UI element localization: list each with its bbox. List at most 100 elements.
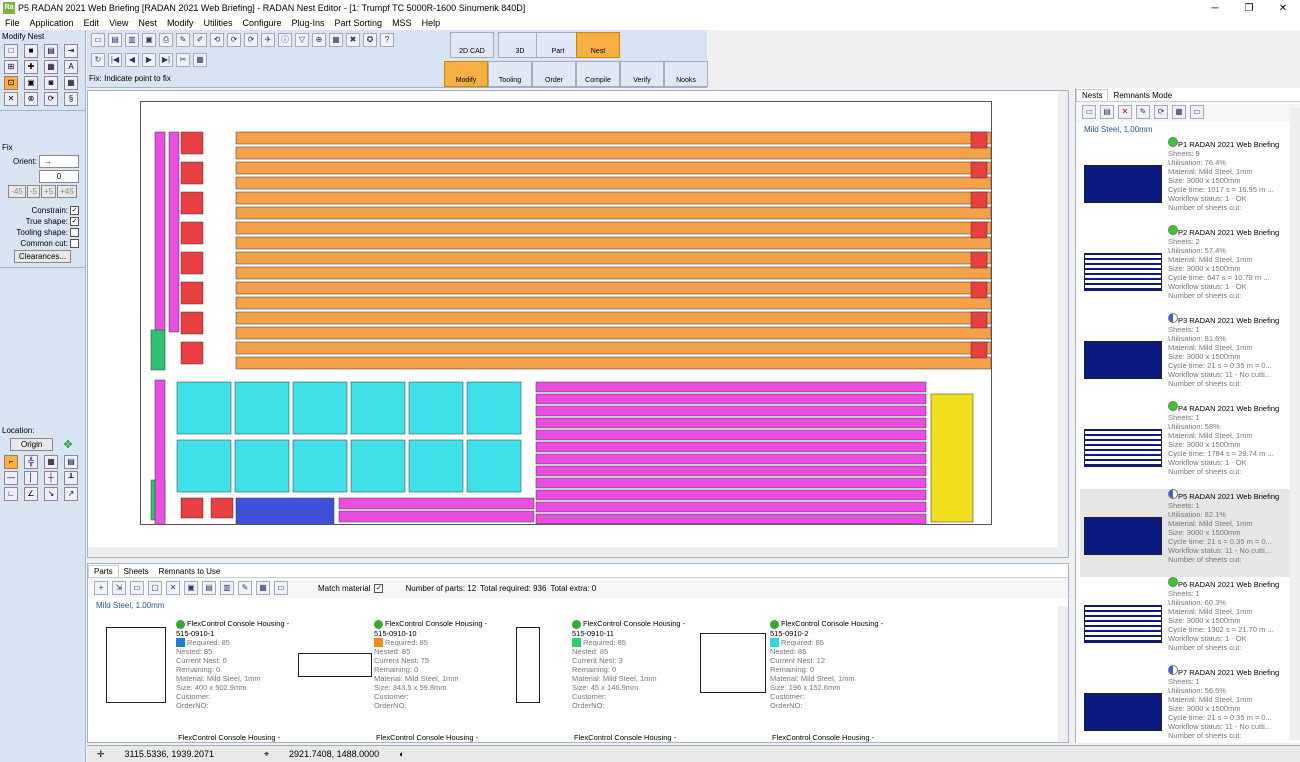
step-button[interactable]: -5: [26, 185, 40, 198]
nested-part[interactable]: [235, 206, 991, 220]
nest-item[interactable]: P6 RADAN 2021 Web Briefing Sheets: 1 Utili…: [1080, 577, 1290, 665]
nested-part[interactable]: [235, 176, 991, 190]
nested-part[interactable]: [535, 393, 927, 405]
new-nest-icon[interactable]: ▭: [1082, 105, 1096, 119]
refresh-icon[interactable]: ⟳: [1154, 105, 1168, 119]
line-icon[interactable]: │: [24, 471, 38, 485]
nested-part[interactable]: [234, 381, 290, 435]
nested-part[interactable]: [235, 296, 991, 310]
nested-part[interactable]: [338, 510, 535, 523]
clearances-button[interactable]: Clearances...: [13, 250, 72, 263]
tool-icon[interactable]: ✚: [24, 60, 38, 74]
nested-part[interactable]: [535, 513, 927, 524]
nested-part[interactable]: [180, 191, 204, 215]
nested-part[interactable]: [292, 381, 348, 435]
locate-icon[interactable]: ✥: [63, 438, 72, 451]
nested-part[interactable]: [535, 465, 927, 477]
nested-part[interactable]: [408, 381, 464, 435]
nest-item[interactable]: P5 RADAN 2021 Web Briefing Sheets: 1 Utili…: [1080, 489, 1290, 577]
toolbar-icon[interactable]: ✪: [363, 33, 377, 47]
nested-part[interactable]: [235, 191, 991, 205]
part-icon[interactable]: ▭: [130, 581, 144, 595]
toolbar-icon[interactable]: ▥: [125, 33, 139, 47]
parts-scrollbar[interactable]: [1058, 606, 1068, 742]
nest-canvas[interactable]: [87, 90, 1069, 558]
view-icon[interactable]: ▭: [1190, 105, 1204, 119]
nested-part[interactable]: [180, 497, 204, 519]
toolbar-nav-icon[interactable]: ▶|: [159, 53, 173, 67]
nested-part[interactable]: [210, 497, 234, 519]
nested-part[interactable]: [235, 341, 991, 355]
delete-icon[interactable]: ✕: [166, 581, 180, 595]
nested-part[interactable]: [535, 453, 927, 465]
toolbar-icon[interactable]: ⊕: [312, 33, 326, 47]
toolbar-icon[interactable]: ▽: [295, 33, 309, 47]
nest-item[interactable]: P1 RADAN 2021 Web Briefing Sheets: 9 Utili…: [1080, 137, 1290, 225]
tab-nests[interactable]: Nests: [1076, 89, 1109, 101]
menu-item-help[interactable]: Help: [417, 18, 446, 28]
nested-part[interactable]: [292, 439, 348, 493]
delete-icon[interactable]: ✕: [1118, 105, 1132, 119]
nests-scrollbar[interactable]: [1290, 108, 1300, 740]
nested-part[interactable]: [235, 497, 335, 525]
part-card[interactable]: FlexControl Console Housing -515-0910-11…: [492, 619, 688, 719]
toolbar-icon[interactable]: ⟲: [210, 33, 224, 47]
tab-remnants-to-use[interactable]: Remnants to Use: [154, 566, 226, 577]
nested-part[interactable]: [154, 379, 166, 525]
tool-icon[interactable]: ■: [24, 44, 38, 58]
nested-part[interactable]: [970, 221, 988, 239]
nested-part[interactable]: [350, 381, 406, 435]
nested-part[interactable]: [235, 146, 991, 160]
grid-icon[interactable]: ▦: [64, 76, 78, 90]
angle-icon[interactable]: ∟: [4, 487, 18, 501]
toolbar-icon[interactable]: ✎: [176, 33, 190, 47]
nested-part[interactable]: [970, 311, 988, 329]
add-part-icon[interactable]: +: [94, 581, 108, 595]
nested-part[interactable]: [235, 326, 991, 340]
nested-part[interactable]: [970, 161, 988, 179]
menu-item-utilities[interactable]: Utilities: [198, 18, 237, 28]
minimize-icon[interactable]: ─: [1198, 3, 1232, 14]
grid-snap-icon[interactable]: ▤: [64, 455, 78, 469]
constrain-checkbox[interactable]: ✓: [70, 206, 79, 215]
nest-item[interactable]: P2 RADAN 2021 Web Briefing Sheets: 2 Utili…: [1080, 225, 1290, 313]
menu-item-plug-ins[interactable]: Plug-Ins: [287, 18, 330, 28]
nested-part[interactable]: [180, 221, 204, 245]
nested-part[interactable]: [930, 393, 974, 523]
mode-compile-button[interactable]: Compile: [576, 61, 620, 87]
nested-part[interactable]: [235, 311, 991, 325]
nested-part[interactable]: [180, 311, 204, 335]
edit-icon[interactable]: ✎: [1136, 105, 1150, 119]
tool-icon[interactable]: ▦: [44, 60, 58, 74]
nested-part[interactable]: [235, 356, 991, 370]
tab-parts[interactable]: Parts: [88, 565, 119, 577]
tool-icon[interactable]: ◙: [44, 76, 58, 90]
toolbar-nav-icon[interactable]: |◀: [108, 53, 122, 67]
select-icon[interactable]: □: [4, 44, 18, 58]
nested-part[interactable]: [234, 439, 290, 493]
nested-part[interactable]: [350, 439, 406, 493]
menu-item-edit[interactable]: Edit: [79, 18, 105, 28]
grid-snap-icon[interactable]: ╬: [24, 455, 38, 469]
text-icon[interactable]: A: [64, 60, 78, 74]
toolbar-nav-icon[interactable]: ✂: [176, 53, 190, 67]
menu-item-part-sorting[interactable]: Part Sorting: [330, 18, 388, 28]
delete-icon[interactable]: ✕: [4, 92, 18, 106]
toolbar-icon[interactable]: ⎙: [159, 33, 173, 47]
close-icon[interactable]: ✕: [1266, 3, 1300, 14]
nested-part[interactable]: [235, 251, 991, 265]
part-icon[interactable]: ▤: [202, 581, 216, 595]
true-shape-checkbox[interactable]: ✓: [70, 217, 79, 226]
menu-item-nest[interactable]: Nest: [133, 18, 162, 28]
toolbar-icon[interactable]: ✖: [346, 33, 360, 47]
nest-item[interactable]: P7 RADAN 2021 Web Briefing Sheets: 1 Utili…: [1080, 665, 1290, 753]
nested-part[interactable]: [466, 439, 522, 493]
mode-tooling-button[interactable]: Tooling: [488, 61, 532, 87]
part-card[interactable]: FlexControl Console Housing -515-0910-10…: [294, 619, 490, 719]
toolbar-icon[interactable]: ✐: [193, 33, 207, 47]
tooling-shape-checkbox[interactable]: [70, 228, 79, 237]
toolbar-nav-icon[interactable]: ↻: [91, 53, 105, 67]
mode-nooks-button[interactable]: Nooks: [664, 61, 708, 87]
toolbar-icon[interactable]: ✈: [261, 33, 275, 47]
nested-part[interactable]: [535, 405, 927, 417]
